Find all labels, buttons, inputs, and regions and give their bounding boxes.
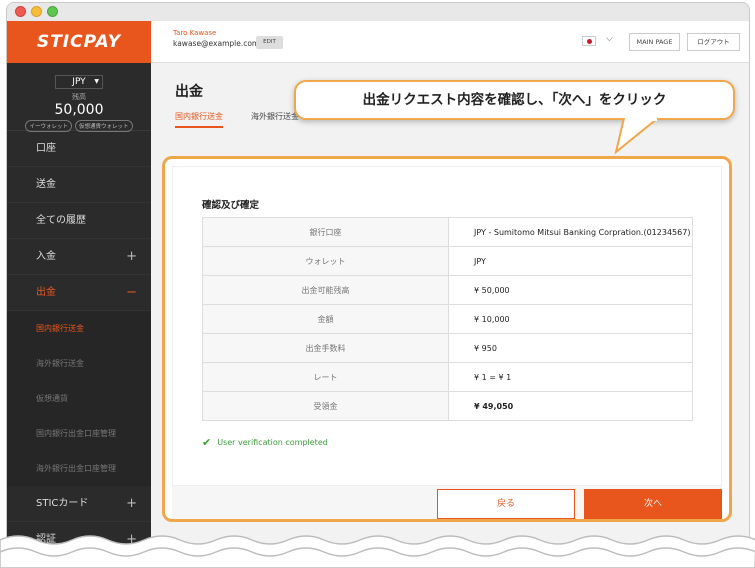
table-row: 銀行口座 JPY - Sumitomo Mitsui Banking Corpra…: [202, 217, 693, 247]
verification-status: ✔ User verification completed: [202, 436, 328, 449]
currency-value: JPY: [72, 77, 86, 87]
logo-box[interactable]: STICPAY: [7, 21, 151, 63]
collapse-minus-icon[interactable]: −: [126, 275, 137, 311]
sidebar-item-account[interactable]: 口座: [7, 131, 151, 167]
next-button[interactable]: 次へ: [584, 489, 722, 519]
row-label: 出金可能残高: [202, 275, 449, 305]
sidebar-subitem-overseas-transfer[interactable]: 海外銀行送金: [7, 346, 151, 381]
main-page-button[interactable]: MAIN PAGE: [629, 33, 680, 51]
maximize-window-icon[interactable]: [47, 6, 58, 17]
sidebar-subitem-domestic-transfer[interactable]: 国内銀行送金: [7, 311, 151, 346]
callout-tail: [614, 118, 660, 154]
sidebar-item-label: 口座: [36, 143, 56, 154]
confirmation-table: 銀行口座 JPY - Sumitomo Mitsui Banking Corpra…: [202, 217, 693, 421]
sidebar-subitem-domestic-accounts[interactable]: 国内銀行出金口座管理: [7, 416, 151, 451]
sidebar-item-label: 全ての履歴: [36, 215, 86, 226]
table-row: 出金可能残高 ¥ 50,000: [202, 275, 693, 305]
sidebar-item-history[interactable]: 全ての履歴: [7, 203, 151, 239]
table-row: 金額 ¥ 10,000: [202, 304, 693, 334]
sidebar: STICPAY JPY ▼ 残高 50,000 イーウォレット 仮想通貨ウォレッ…: [7, 21, 151, 561]
row-value: ¥ 49,050: [448, 391, 693, 421]
close-window-icon[interactable]: [15, 6, 26, 17]
japan-flag-icon[interactable]: [582, 36, 596, 46]
back-button[interactable]: 戻る: [437, 489, 575, 519]
row-label: 銀行口座: [202, 217, 449, 247]
expand-plus-icon[interactable]: +: [126, 486, 137, 522]
table-row: ウォレット JPY: [202, 246, 693, 276]
card-footer: 戻る 次へ: [172, 486, 722, 519]
confirmation-card: 確認及び確定 銀行口座 JPY - Sumitomo Mitsui Banking…: [172, 166, 722, 486]
verification-text: User verification completed: [217, 438, 328, 447]
logout-button[interactable]: ログアウト: [687, 33, 740, 51]
row-label: 金額: [202, 304, 449, 334]
sidebar-item-label: 送金: [36, 179, 56, 190]
tab-domestic-transfer[interactable]: 国内銀行送金: [175, 111, 223, 128]
balance-box: JPY ▼ 残高 50,000 イーウォレット 仮想通貨ウォレット: [7, 63, 151, 132]
row-value: ¥ 950: [448, 333, 693, 363]
row-value: JPY: [448, 246, 693, 276]
sidebar-item-stic-card[interactable]: STICカード +: [7, 486, 151, 522]
tab-overseas-transfer[interactable]: 海外銀行送金: [251, 111, 299, 122]
sidebar-item-label: STICカード: [36, 498, 89, 509]
chevron-down-icon: ▼: [94, 78, 99, 85]
sidebar-item-deposit[interactable]: 入金 +: [7, 239, 151, 275]
row-value: ¥ 1 = ¥ 1: [448, 362, 693, 392]
balance-label: 残高: [72, 93, 86, 101]
table-row: 受領金 ¥ 49,050: [202, 391, 693, 421]
page-title: 出金: [175, 84, 203, 100]
sidebar-item-withdraw[interactable]: 出金 −: [7, 275, 151, 311]
topbar: Taro Kawase kawase@example.com EDIT ⌵ MA…: [151, 21, 749, 63]
chevron-down-icon[interactable]: ⌵: [606, 34, 613, 44]
sidebar-subitem-crypto[interactable]: 仮想通貨: [7, 381, 151, 416]
window-titlebar: [7, 3, 749, 21]
table-row: レート ¥ 1 = ¥ 1: [202, 362, 693, 392]
minimize-window-icon[interactable]: [31, 6, 42, 17]
user-email: kawase@example.com: [173, 39, 260, 48]
sidebar-item-label: 入金: [36, 251, 56, 262]
torn-edge-decoration: [0, 535, 755, 568]
balance-amount: 50,000: [54, 102, 104, 118]
instruction-callout: 出金リクエスト内容を確認し、「次へ」をクリック: [294, 80, 735, 120]
sidebar-item-label: 出金: [36, 287, 56, 298]
check-icon: ✔: [202, 436, 212, 449]
row-label: 出金手数料: [202, 333, 449, 363]
row-label: レート: [202, 362, 449, 392]
callout-text: 出金リクエスト内容を確認し、「次へ」をクリック: [362, 92, 667, 108]
sidebar-item-transfer[interactable]: 送金: [7, 167, 151, 203]
card-title: 確認及び確定: [202, 200, 260, 211]
highlight-frame: 確認及び確定 銀行口座 JPY - Sumitomo Mitsui Banking…: [162, 156, 732, 522]
row-label: 受領金: [202, 391, 449, 421]
user-name: Taro Kawase: [173, 29, 217, 37]
expand-plus-icon[interactable]: +: [126, 239, 137, 275]
row-value: JPY - Sumitomo Mitsui Banking Corpration…: [448, 217, 693, 247]
currency-select[interactable]: JPY ▼: [55, 75, 103, 89]
sidebar-subitem-overseas-accounts[interactable]: 海外銀行出金口座管理: [7, 451, 151, 486]
edit-profile-button[interactable]: EDIT: [256, 36, 283, 49]
row-label: ウォレット: [202, 246, 449, 276]
logo: STICPAY: [36, 32, 122, 52]
row-value: ¥ 10,000: [448, 304, 693, 334]
row-value: ¥ 50,000: [448, 275, 693, 305]
table-row: 出金手数料 ¥ 950: [202, 333, 693, 363]
